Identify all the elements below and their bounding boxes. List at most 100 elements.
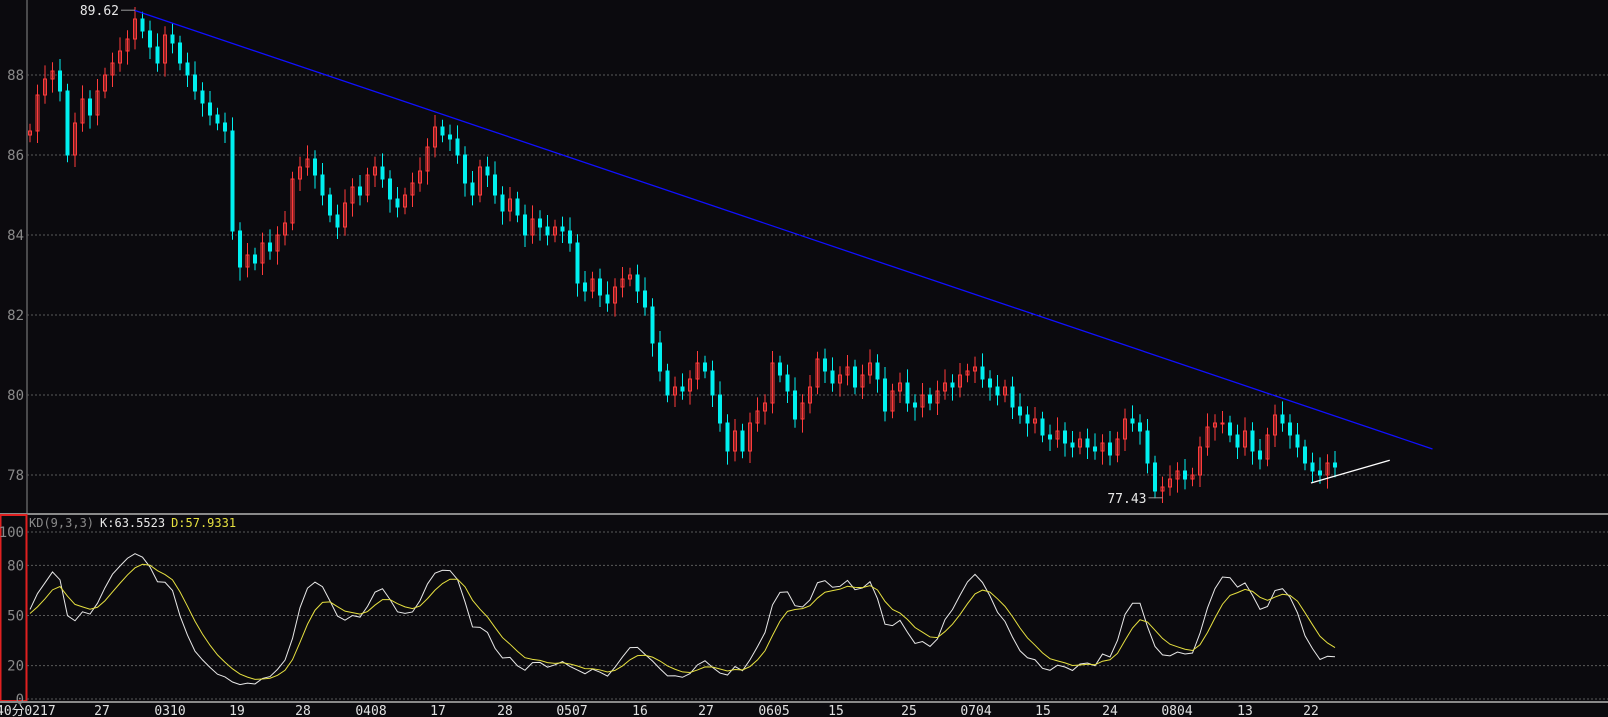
candle <box>815 351 820 395</box>
date-tick-label: 13 <box>1237 704 1253 717</box>
kd-k-line <box>29 553 1336 686</box>
candle-body <box>1183 470 1187 480</box>
candle <box>418 157 422 192</box>
candle-body <box>1310 462 1315 472</box>
candle-body <box>875 362 880 380</box>
candle <box>365 167 370 203</box>
candle-body <box>710 370 715 396</box>
candle <box>28 123 32 143</box>
candle <box>238 222 242 281</box>
candle <box>1295 423 1300 458</box>
candle <box>718 381 722 432</box>
date-tick-label: 24 <box>1102 704 1118 717</box>
candle <box>770 351 775 414</box>
candle-body <box>268 242 272 252</box>
candle-body <box>320 174 325 196</box>
date-tick-label: 16 <box>632 704 648 717</box>
candle <box>103 67 107 99</box>
candle-body <box>448 134 452 140</box>
candle <box>913 394 917 421</box>
candle <box>223 112 227 143</box>
candle <box>1048 424 1052 451</box>
candle <box>1235 424 1240 459</box>
candle-body <box>568 230 572 244</box>
candle <box>853 359 857 395</box>
candle <box>1183 459 1187 490</box>
candle <box>928 387 932 411</box>
candle <box>523 204 527 247</box>
candle <box>1190 467 1195 487</box>
candle <box>935 380 940 415</box>
candle-body <box>313 158 317 176</box>
price-tick-label: 82 <box>7 308 24 324</box>
candle-body <box>1250 430 1255 452</box>
candle <box>958 363 962 398</box>
candle-body <box>388 178 392 200</box>
kd-k-value: K:63.5523 <box>100 516 166 530</box>
candle <box>568 217 572 252</box>
candle-body <box>193 74 197 92</box>
date-tick-label: 28 <box>295 704 311 717</box>
candle <box>560 216 565 243</box>
candle <box>1288 414 1292 449</box>
candle <box>1063 422 1067 457</box>
candle <box>73 112 77 167</box>
candle <box>1108 431 1112 466</box>
candle-body <box>725 422 730 452</box>
candle-body <box>208 102 212 116</box>
date-tick-label: 17 <box>430 704 446 717</box>
candle <box>155 33 160 72</box>
candlestick-chart: 788082848688020508010089.6277.430217 27 03… <box>0 0 1608 717</box>
candle <box>433 115 437 158</box>
candle <box>290 171 295 231</box>
candle-body <box>223 122 227 132</box>
candle <box>80 85 85 132</box>
candle-body <box>58 70 62 92</box>
candle <box>1138 414 1142 445</box>
candle-body <box>560 226 565 232</box>
candle <box>988 370 992 401</box>
candle-body <box>148 30 152 48</box>
candle-body <box>1288 422 1292 436</box>
candle-body <box>980 366 985 380</box>
candle-body <box>913 402 917 408</box>
candle <box>508 187 512 222</box>
kd-tick-label: 80 <box>7 558 24 574</box>
candle <box>320 163 325 206</box>
candle-body <box>1010 386 1015 408</box>
candle <box>163 26 167 77</box>
candle <box>283 211 287 246</box>
candle <box>1033 407 1037 434</box>
candle-body <box>1228 422 1232 436</box>
candle-body <box>1333 462 1337 468</box>
candle <box>335 204 340 239</box>
date-tick-label: 22 <box>1303 704 1319 717</box>
candle <box>950 374 955 401</box>
candle <box>410 172 415 207</box>
candle <box>793 377 797 428</box>
candle-body <box>1048 434 1052 440</box>
candle-body <box>605 294 610 304</box>
candle <box>755 397 760 432</box>
candle-body <box>703 362 707 372</box>
candle <box>88 90 92 129</box>
candle <box>1040 411 1045 443</box>
candle-body <box>493 174 497 196</box>
candle <box>170 23 175 54</box>
candle-body <box>643 290 647 308</box>
candle <box>358 175 362 206</box>
candle-body <box>140 18 145 32</box>
candle <box>598 268 602 307</box>
period-label: 40分 <box>0 704 25 717</box>
price-tick-label: 84 <box>7 228 24 244</box>
candle-body <box>1295 434 1300 448</box>
candle <box>1078 431 1082 455</box>
candle <box>1070 431 1075 458</box>
candle-body <box>575 242 580 284</box>
candle <box>178 35 182 71</box>
candle-body <box>635 274 640 292</box>
candle <box>748 412 752 463</box>
candle <box>328 187 332 223</box>
candle <box>253 247 257 271</box>
candle <box>275 226 280 265</box>
